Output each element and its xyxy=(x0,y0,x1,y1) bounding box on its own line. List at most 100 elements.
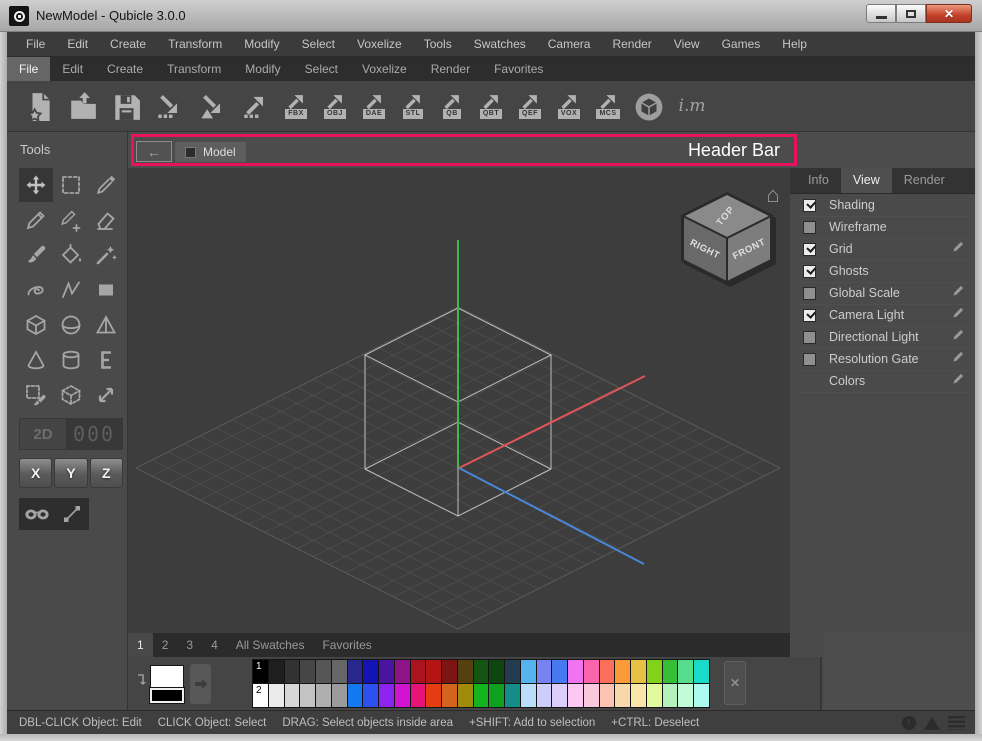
new-file-button[interactable] xyxy=(19,86,61,126)
palette-swatch[interactable] xyxy=(316,660,331,683)
palette-swatch[interactable] xyxy=(505,660,520,683)
menu-camera[interactable]: Camera xyxy=(537,33,602,55)
palette-swatch[interactable] xyxy=(631,684,646,707)
export-fbx-button[interactable]: FBX xyxy=(277,86,315,126)
title-bar[interactable]: NewModel - Qubicle 3.0.0 ✕ xyxy=(0,0,982,32)
tool-eraser[interactable] xyxy=(89,203,123,237)
close-button[interactable]: ✕ xyxy=(926,4,972,23)
tool-fill-bucket[interactable] xyxy=(54,238,88,272)
palette-swatch[interactable] xyxy=(426,684,441,707)
export-mcs-button[interactable]: MCS xyxy=(589,86,627,126)
axis-z-button[interactable]: Z xyxy=(90,458,123,488)
apply-color-button[interactable] xyxy=(190,664,211,704)
palette-swatch[interactable] xyxy=(584,660,599,683)
tool-select-brush[interactable] xyxy=(19,378,53,412)
export-vox-button[interactable]: VOX xyxy=(550,86,588,126)
active-colors[interactable] xyxy=(150,665,184,703)
ribbon-tab-modify[interactable]: Modify xyxy=(233,57,292,81)
tool-magic-wand[interactable] xyxy=(89,238,123,272)
palette-swatch[interactable] xyxy=(631,660,646,683)
swatch-tab-3[interactable]: 3 xyxy=(177,633,202,657)
axis-y-button[interactable]: Y xyxy=(54,458,87,488)
primary-color[interactable] xyxy=(150,665,184,688)
imaterialise-button[interactable]: i.m xyxy=(671,86,713,126)
tool-select-box[interactable] xyxy=(54,378,88,412)
viewport-canvas[interactable]: TOP RIGHT FRONT ⌂ xyxy=(128,168,790,633)
ribbon-tab-render[interactable]: Render xyxy=(419,57,482,81)
palette-swatch[interactable] xyxy=(348,684,363,707)
tool-move[interactable] xyxy=(19,168,53,202)
import-model-button[interactable] xyxy=(148,86,190,126)
menu-render[interactable]: Render xyxy=(601,33,662,55)
palette-swatch[interactable] xyxy=(458,684,473,707)
tool-pencil-add[interactable] xyxy=(54,203,88,237)
menu-transform[interactable]: Transform xyxy=(157,33,233,55)
back-button[interactable]: ← xyxy=(136,141,172,162)
home-view-icon[interactable]: ⌂ xyxy=(766,182,779,207)
resolution-gate-checkbox[interactable] xyxy=(803,353,816,366)
palette-swatch[interactable] xyxy=(663,684,678,707)
palette-swatch[interactable] xyxy=(458,660,473,683)
tool-pencil[interactable] xyxy=(19,203,53,237)
palette-swatch[interactable] xyxy=(379,684,394,707)
swatch-tab-1[interactable]: 1 xyxy=(128,633,153,657)
grid-edit-button[interactable] xyxy=(952,240,965,258)
palette-swatch[interactable]: 2 xyxy=(253,684,268,707)
palette-swatch[interactable] xyxy=(663,660,678,683)
menu-voxelize[interactable]: Voxelize xyxy=(346,33,413,55)
tool-sphere[interactable] xyxy=(54,308,88,342)
tool-select-rect[interactable] xyxy=(54,168,88,202)
mode-2d-button[interactable]: 2D xyxy=(20,419,66,449)
delete-swatch-button[interactable]: ✕ xyxy=(724,661,746,705)
minimize-button[interactable] xyxy=(866,4,896,23)
palette-swatch[interactable] xyxy=(474,660,489,683)
swatch-tab-2[interactable]: 2 xyxy=(153,633,178,657)
info-icon[interactable]: ! xyxy=(902,716,916,730)
log-icon[interactable] xyxy=(948,716,965,730)
wireframe-checkbox[interactable] xyxy=(803,221,816,234)
palette-swatch[interactable] xyxy=(300,684,315,707)
color-palette[interactable]: 12 xyxy=(252,659,710,708)
export-dae-button[interactable]: DAE xyxy=(355,86,393,126)
palette-swatch[interactable] xyxy=(521,684,536,707)
palette-swatch[interactable] xyxy=(678,660,693,683)
import-mesh-button[interactable] xyxy=(191,86,233,126)
resolution-gate-edit-button[interactable] xyxy=(952,350,965,368)
menu-games[interactable]: Games xyxy=(711,33,772,55)
palette-swatch[interactable] xyxy=(379,660,394,683)
palette-swatch[interactable] xyxy=(489,660,504,683)
palette-swatch[interactable] xyxy=(411,684,426,707)
menu-help[interactable]: Help xyxy=(771,33,818,55)
mirror-mask-button[interactable] xyxy=(19,498,54,530)
secondary-color[interactable] xyxy=(150,688,184,703)
tab-view[interactable]: View xyxy=(841,168,892,193)
ribbon-tab-transform[interactable]: Transform xyxy=(155,57,233,81)
tool-cylinder[interactable] xyxy=(54,343,88,377)
palette-swatch[interactable] xyxy=(300,660,315,683)
palette-swatch[interactable] xyxy=(600,660,615,683)
palette-swatch[interactable] xyxy=(600,684,615,707)
open-file-button[interactable] xyxy=(62,86,104,126)
maximize-button[interactable] xyxy=(896,4,926,23)
palette-swatch[interactable] xyxy=(521,660,536,683)
tool-freehand[interactable] xyxy=(19,273,53,307)
palette-swatch[interactable] xyxy=(269,684,284,707)
palette-swatch[interactable] xyxy=(694,660,709,683)
palette-swatch[interactable] xyxy=(395,684,410,707)
palette-swatch[interactable] xyxy=(285,684,300,707)
viewport-3d[interactable]: TOP RIGHT FRONT ⌂ xyxy=(128,168,790,633)
menu-tools[interactable]: Tools xyxy=(413,33,463,55)
shading-checkbox[interactable] xyxy=(803,199,816,212)
ribbon-tab-voxelize[interactable]: Voxelize xyxy=(350,57,419,81)
tool-box[interactable] xyxy=(19,308,53,342)
palette-swatch[interactable] xyxy=(395,660,410,683)
palette-swatch[interactable] xyxy=(615,684,630,707)
camera-light-checkbox[interactable] xyxy=(803,309,816,322)
palette-swatch[interactable] xyxy=(647,660,662,683)
palette-swatch[interactable] xyxy=(332,660,347,683)
palette-swatch[interactable] xyxy=(568,684,583,707)
export-model-button[interactable] xyxy=(234,86,276,126)
ribbon-tab-edit[interactable]: Edit xyxy=(50,57,95,81)
warning-icon[interactable] xyxy=(924,717,940,730)
swatch-tab-all-swatches[interactable]: All Swatches xyxy=(227,633,314,657)
